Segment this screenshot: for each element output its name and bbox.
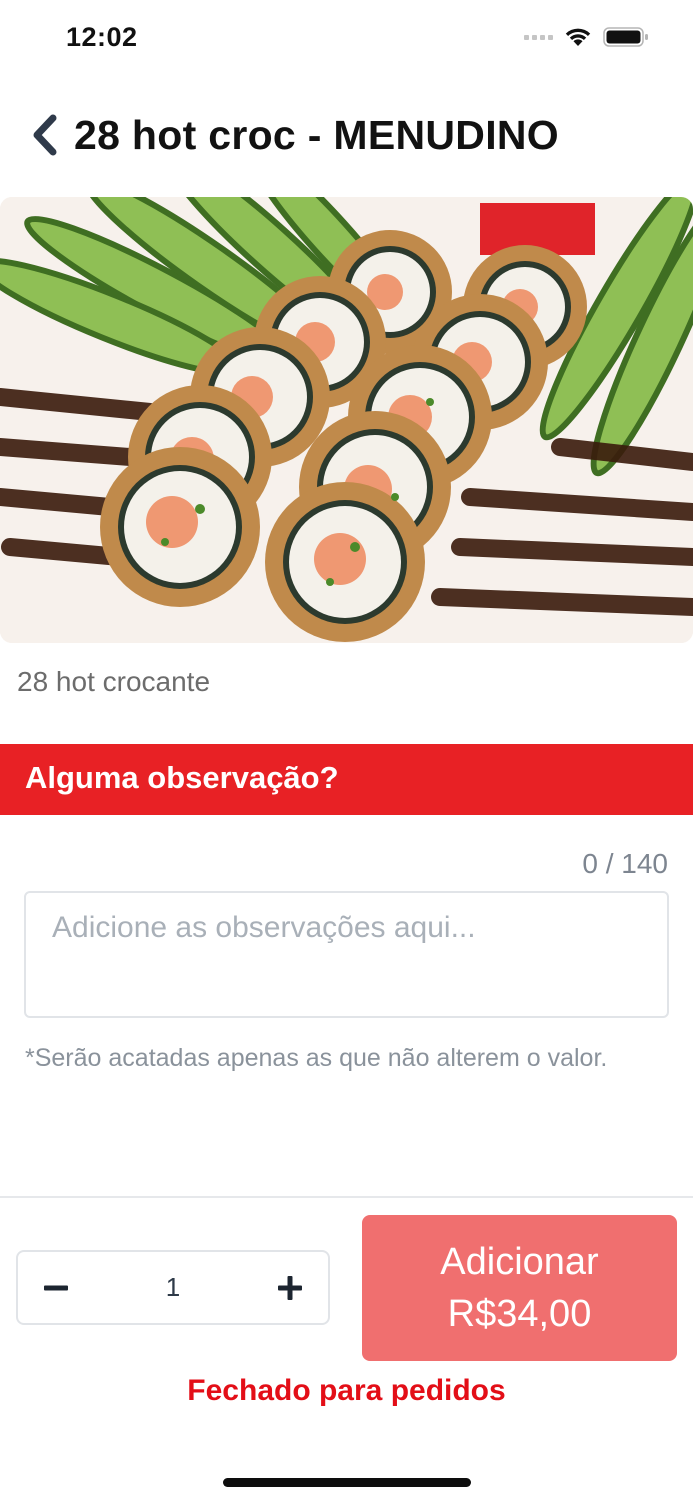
product-image — [0, 197, 693, 643]
back-button[interactable] — [24, 112, 64, 158]
footer-divider — [0, 1196, 693, 1198]
status-time: 12:02 — [66, 22, 138, 52]
notes-input[interactable] — [24, 891, 669, 1018]
plus-icon — [278, 1275, 302, 1300]
header: 28 hot croc - MENUDINO — [0, 98, 693, 178]
minus-icon — [44, 1285, 68, 1290]
status-icons — [524, 26, 649, 48]
closed-for-orders-notice: Fechado para pedidos — [187, 1374, 506, 1407]
quantity-stepper: 1 — [16, 1250, 330, 1325]
battery-icon — [603, 27, 648, 47]
sushi-photo — [0, 197, 693, 643]
home-indicator — [223, 1478, 471, 1487]
add-button-label: Adicionar — [440, 1241, 599, 1283]
notes-section-header: Alguma observação? — [0, 744, 693, 815]
product-description: 28 hot crocante — [17, 666, 211, 697]
decrease-quantity-button[interactable] — [18, 1252, 94, 1323]
wifi-icon — [565, 28, 591, 46]
chevron-left-icon — [33, 114, 57, 156]
notes-hint: *Serão acatadas apenas as que não altere… — [25, 1044, 608, 1072]
quantity-value: 1 — [165, 1272, 181, 1302]
page-title: 28 hot croc - MENUDINO — [74, 112, 559, 158]
add-button-price: R$34,00 — [447, 1293, 592, 1335]
add-to-cart-button[interactable]: Adicionar R$34,00 — [362, 1215, 677, 1361]
status-bar: 12:02 — [0, 0, 693, 80]
signal-dots-icon — [524, 34, 553, 40]
character-counter: 0 / 140 — [582, 848, 668, 879]
increase-quantity-button[interactable] — [252, 1252, 328, 1323]
notes-section-title: Alguma observação? — [25, 760, 339, 795]
